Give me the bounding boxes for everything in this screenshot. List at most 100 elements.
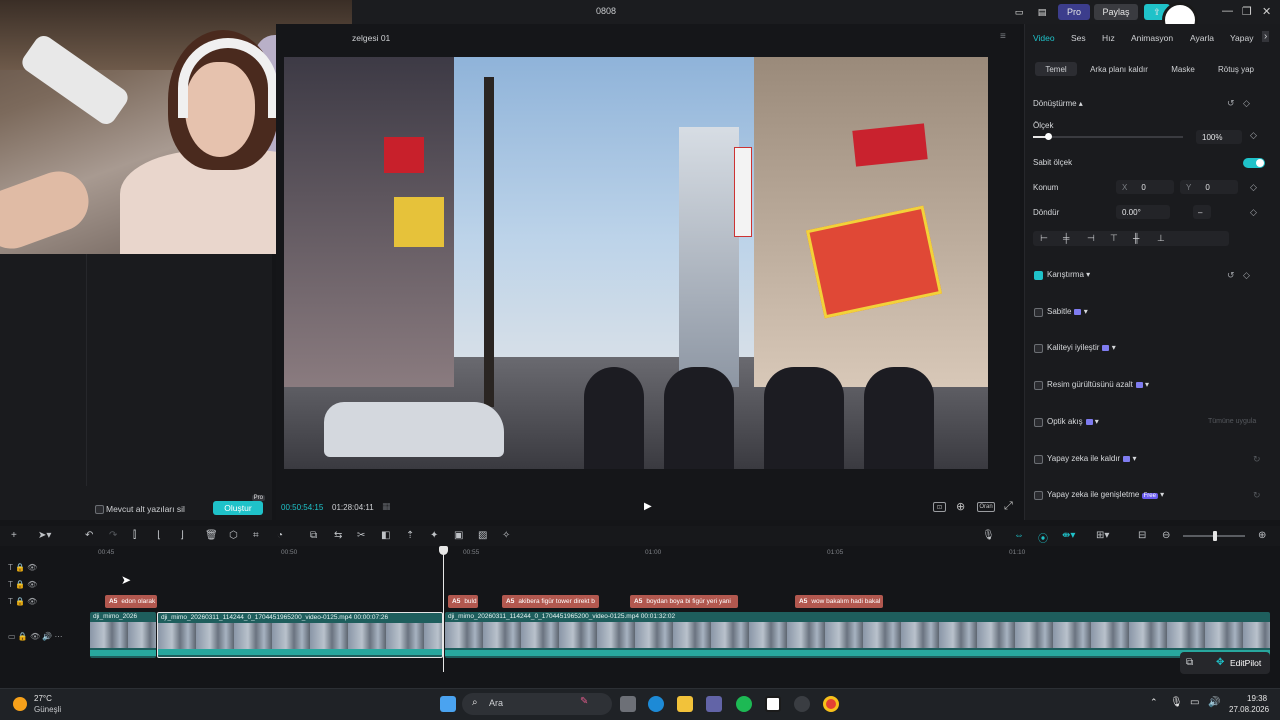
speed-icon[interactable]: ◔ xyxy=(277,530,283,541)
position-y-input[interactable]: Y0 xyxy=(1180,180,1238,194)
zoom-slider-knob[interactable] xyxy=(1213,531,1217,541)
mirror-icon[interactable]: ◧ xyxy=(381,530,390,541)
add-track-icon[interactable]: + xyxy=(11,530,17,541)
reset-icon[interactable]: ↺ xyxy=(1227,98,1235,109)
align-center-icon[interactable]: ╪ xyxy=(1063,233,1069,243)
position-keyframe-icon[interactable]: ◇ xyxy=(1250,182,1257,193)
blend-keyframe-icon[interactable]: ◇ xyxy=(1243,270,1250,281)
redo-icon[interactable]: ↷ xyxy=(109,530,117,541)
magic-icon[interactable]: ✦ xyxy=(430,530,438,541)
blend-label[interactable]: Karıştırma ▾ xyxy=(1047,270,1090,279)
enhance-quality-checkbox[interactable] xyxy=(1034,344,1043,353)
align-right-icon[interactable]: ⊣ xyxy=(1087,233,1095,244)
playhead[interactable] xyxy=(443,548,444,672)
clock-time[interactable]: 19:38 xyxy=(1247,694,1267,703)
scale-input[interactable]: 100% xyxy=(1196,130,1242,144)
ai-expand-checkbox[interactable] xyxy=(1034,491,1043,500)
maximize-icon[interactable]: ❐ xyxy=(1242,5,1252,18)
subtab-basic[interactable]: Temel xyxy=(1035,62,1077,76)
zoom-fit-icon[interactable]: ⊕ xyxy=(956,500,965,513)
align-bottom-icon[interactable]: ⊥ xyxy=(1157,233,1165,244)
reverse-icon[interactable]: ⇆ xyxy=(334,530,342,541)
ai-remove-label[interactable]: Yapay zeka ile kaldır ▾ xyxy=(1047,454,1136,463)
play-icon[interactable]: ▶ xyxy=(644,501,652,512)
microphone-icon[interactable]: 🎙 xyxy=(982,530,995,541)
windows-start-icon[interactable] xyxy=(440,696,456,712)
select-tool-icon[interactable]: ➤▾ xyxy=(38,530,51,541)
caption-clip[interactable]: A5 edon olarak xyxy=(105,595,157,608)
align-top-icon[interactable]: ⊤ xyxy=(1110,233,1118,244)
optical-flow-label[interactable]: Optik akış ▾ xyxy=(1047,417,1099,426)
capcut-taskbar-icon[interactable] xyxy=(765,696,781,712)
caption-tool-icon[interactable]: ▣ xyxy=(454,530,463,541)
keyframe-icon[interactable]: ◇ xyxy=(1243,98,1250,109)
blend-checkbox[interactable] xyxy=(1034,271,1043,280)
tab-ai[interactable]: Yapay xyxy=(1230,33,1253,43)
player-menu-icon[interactable]: ≡ xyxy=(1000,31,1006,42)
file-explorer-icon[interactable] xyxy=(677,696,693,712)
snap-icon[interactable]: ⇼▾ xyxy=(1062,530,1075,541)
scale-slider[interactable] xyxy=(1033,133,1183,140)
caption-clip[interactable]: A5 wow bakalım hadi bakal xyxy=(795,595,883,608)
layout-icon[interactable]: ▭ xyxy=(1012,4,1026,20)
sun-icon[interactable] xyxy=(13,697,27,711)
track-view-icon[interactable]: ⊟ xyxy=(1138,530,1146,541)
caption-clip[interactable]: A5 boydan boya bi figür yeri yani xyxy=(630,595,738,608)
scale-slider-knob[interactable] xyxy=(1045,133,1052,140)
align-left-icon[interactable]: ⊢ xyxy=(1040,233,1048,244)
tabs-next-icon[interactable]: › xyxy=(1262,31,1270,42)
taskbar-search[interactable]: ⌕ Ara ✎ xyxy=(462,693,612,715)
denoise-label[interactable]: Resim gürültüsünü azalt ▾ xyxy=(1047,380,1149,389)
teams-icon[interactable] xyxy=(706,696,722,712)
settings-icon[interactable] xyxy=(794,696,810,712)
link-icon[interactable]: ⇔ xyxy=(1014,530,1024,541)
apply-all-button[interactable]: Tümüne uygula xyxy=(1208,418,1256,425)
align-middle-icon[interactable]: ╫ xyxy=(1133,233,1139,243)
stabilize-label[interactable]: Sabitle ▾ xyxy=(1047,307,1088,316)
stabilize-checkbox[interactable] xyxy=(1034,308,1043,317)
subtab-retouch[interactable]: Rötuş yap xyxy=(1212,62,1260,76)
weather-temp[interactable]: 27°C xyxy=(34,694,52,703)
fullscreen-quality-icon[interactable]: ⊡ xyxy=(933,502,946,512)
pro-button[interactable]: Pro xyxy=(1058,4,1090,20)
task-view-icon[interactable] xyxy=(620,696,636,712)
magnet-icon[interactable]: ⦿ xyxy=(1038,530,1048,545)
undo-icon[interactable]: ↶ xyxy=(85,530,93,541)
crop-icon[interactable]: ⌗ xyxy=(253,530,259,541)
optical-flow-checkbox[interactable] xyxy=(1034,418,1043,427)
ai-expand-label[interactable]: Yapay zeka ile genişletme Free ▾ xyxy=(1047,490,1164,499)
clock-date[interactable]: 27.08.2026 xyxy=(1229,705,1269,714)
denoise-checkbox[interactable] xyxy=(1034,381,1043,390)
tab-speed[interactable]: Hız xyxy=(1102,33,1115,43)
create-button[interactable]: Oluştur Pro xyxy=(213,495,265,515)
time-ruler[interactable] xyxy=(90,546,1280,560)
rotate-dial[interactable]: – xyxy=(1193,205,1211,219)
video-preview[interactable] xyxy=(284,57,988,469)
rotate-keyframe-icon[interactable]: ◇ xyxy=(1250,207,1257,218)
close-icon[interactable]: ✕ xyxy=(1262,5,1271,18)
rotate-input[interactable]: 0.00° xyxy=(1116,205,1170,219)
zoom-out-icon[interactable]: ⊖ xyxy=(1162,530,1170,541)
remove-subtitles-checkbox[interactable] xyxy=(95,505,104,514)
chevron-up-icon[interactable]: ⌃ xyxy=(1150,697,1158,708)
video-clip-selected[interactable]: dji_mimo_20260311_114244_0_1704451965200… xyxy=(157,612,443,658)
chrome-icon[interactable] xyxy=(823,696,839,712)
tab-audio[interactable]: Ses xyxy=(1071,33,1086,43)
ai-expand-reset-icon[interactable]: ↻ xyxy=(1253,490,1261,501)
timeline-grid-icon[interactable]: ▦ xyxy=(382,501,391,512)
ai-remove-reset-icon[interactable]: ↻ xyxy=(1253,454,1261,465)
ratio-button[interactable]: Oran xyxy=(977,502,995,512)
video-clip[interactable]: dji_mimo_2026 xyxy=(90,612,156,658)
split-icon[interactable]: ⫿ xyxy=(133,530,136,541)
tab-adjust[interactable]: Ayarla xyxy=(1190,33,1214,43)
auto-reframe-icon[interactable]: ⇡ xyxy=(406,530,414,541)
tab-animation[interactable]: Animasyon xyxy=(1131,33,1173,43)
enhance-quality-label[interactable]: Kaliteyi iyileştir ▾ xyxy=(1047,343,1116,352)
position-x-input[interactable]: X0 xyxy=(1116,180,1174,194)
share-button[interactable]: Paylaş xyxy=(1094,4,1138,20)
microphone-tray-icon[interactable]: 🎙 xyxy=(1170,697,1183,708)
split-right-icon[interactable]: ⌋ xyxy=(180,530,184,541)
weather-desc[interactable]: Güneşli xyxy=(34,705,61,714)
edge-icon[interactable] xyxy=(648,696,664,712)
subtab-remove-bg[interactable]: Arka planı kaldır xyxy=(1087,62,1151,76)
